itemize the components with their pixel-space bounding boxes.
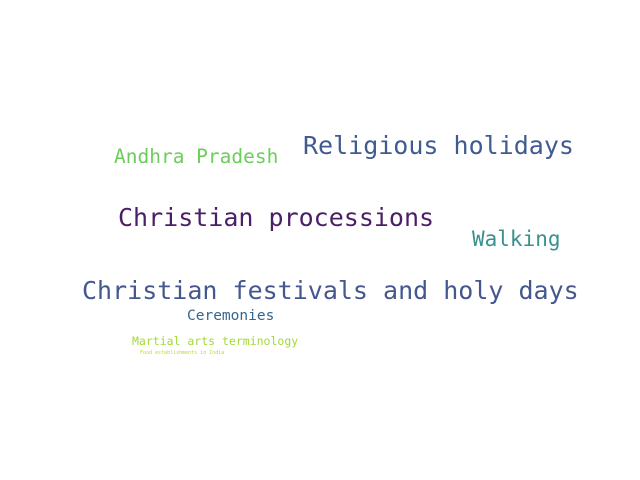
word-martial-arts: Martial arts terminology (132, 334, 299, 348)
word-andhra-pradesh: Andhra Pradesh (114, 145, 279, 168)
word-christian-processions: Christian processions (118, 203, 435, 232)
word-religious-holidays: Religious holidays (303, 131, 574, 160)
word-ceremonies: Ceremonies (187, 308, 275, 324)
word-christian-festivals: Christian festivals and holy days (82, 276, 579, 305)
word-food-establishments: Food establishments in India (140, 350, 225, 356)
word-walking: Walking (472, 227, 561, 251)
word-cloud: Religious holidays Andhra Pradesh Christ… (0, 0, 640, 480)
